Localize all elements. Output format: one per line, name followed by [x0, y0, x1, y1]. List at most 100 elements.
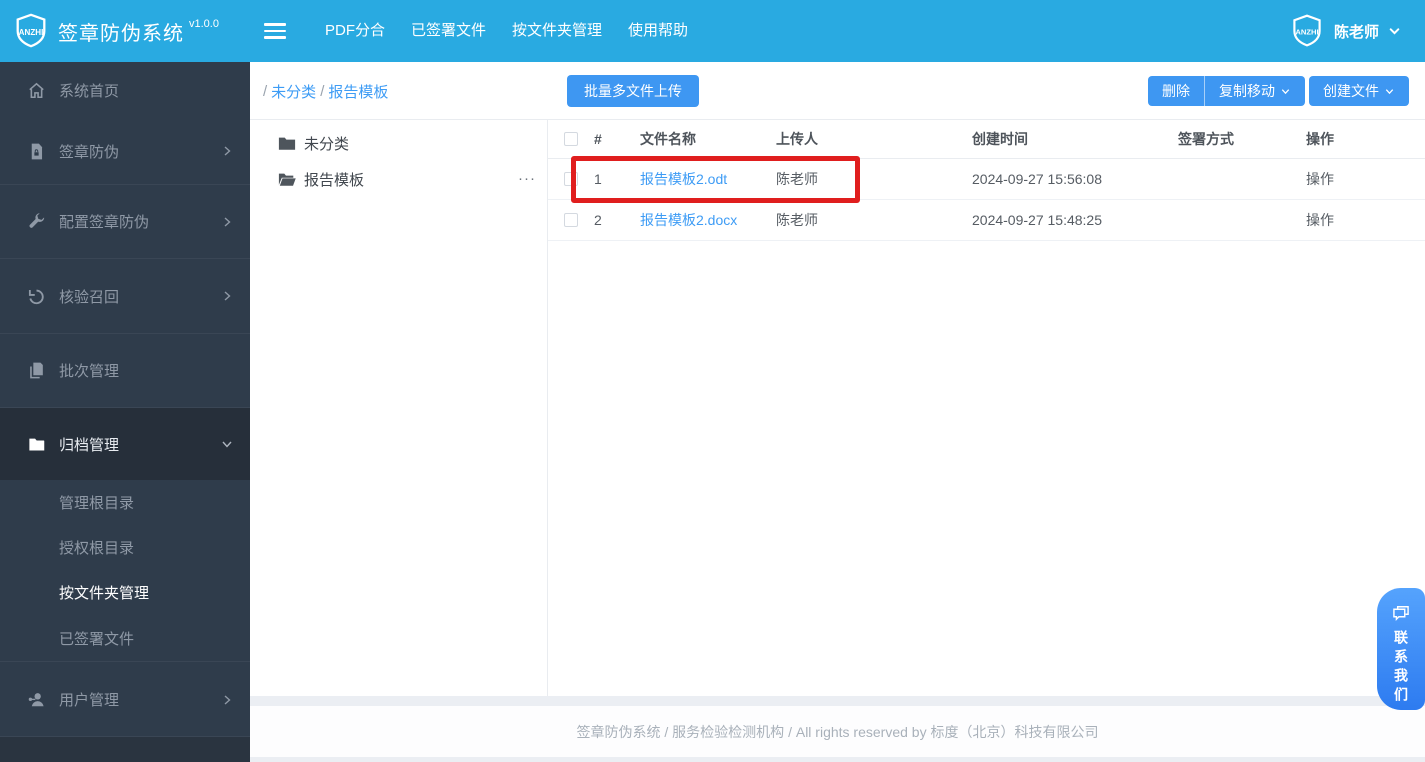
- sidebar-subitem-signed-files[interactable]: 已签署文件: [0, 615, 250, 661]
- file-link[interactable]: 报告模板2.odt: [640, 171, 727, 187]
- copy-move-button[interactable]: 复制移动: [1205, 76, 1305, 106]
- nav-item-help[interactable]: 使用帮助: [615, 0, 701, 62]
- wrench-icon: [29, 213, 45, 228]
- sidebar-item-label: 配置签章防伪: [59, 214, 150, 231]
- svg-text:ANZHI: ANZHI: [1295, 28, 1318, 37]
- sidebar-subitem-folder-management[interactable]: 按文件夹管理: [0, 570, 250, 615]
- user-chevron-down-icon: [1389, 27, 1400, 35]
- row-checkbox[interactable]: [564, 212, 578, 227]
- files-table: # 文件名称 上传人 创建时间 签署方式 操作 1 报告模板2.odt 陈老师: [548, 120, 1425, 241]
- app-version: v1.0.0: [189, 18, 219, 30]
- chevron-down-icon: [222, 441, 232, 448]
- sidebar-item-home[interactable]: 系统首页: [0, 62, 250, 118]
- user-menu[interactable]: ANZHI 陈老师: [1289, 13, 1401, 49]
- chevron-right-icon: [224, 694, 231, 705]
- file-link[interactable]: 报告模板2.docx: [640, 212, 737, 228]
- chevron-right-icon: [224, 291, 231, 301]
- col-header-filename: 文件名称: [632, 120, 768, 159]
- table-header-row: # 文件名称 上传人 创建时间 签署方式 操作: [548, 120, 1425, 159]
- table-row: 2 报告模板2.docx 陈老师 2024-09-27 15:48:25 操作: [548, 199, 1425, 241]
- sidebar-item-label: 系统首页: [59, 82, 120, 100]
- breadcrumb-separator: /: [320, 82, 325, 100]
- contact-us-label: 联系我们: [1393, 630, 1409, 706]
- sidebar-subitem-authorized-root[interactable]: 授权根目录: [0, 525, 250, 570]
- row-action-link[interactable]: 操作: [1306, 212, 1334, 228]
- cell-created: 2024-09-27 15:48:25: [964, 199, 1170, 241]
- user-name: 陈老师: [1333, 23, 1379, 41]
- sidebar-item-label: 核验召回: [59, 288, 120, 306]
- chevron-right-icon: [224, 216, 231, 227]
- cell-index: 2: [586, 199, 632, 241]
- breadcrumb-link-report-templates[interactable]: 报告模板: [328, 81, 388, 102]
- folder-more-menu-icon[interactable]: ···: [518, 171, 536, 186]
- chevron-down-icon: [1281, 88, 1290, 94]
- col-header-sign-method: 签署方式: [1170, 120, 1298, 159]
- undo-icon: [28, 289, 44, 304]
- sidebar-item-label: 归档管理: [59, 436, 120, 454]
- sidebar-item-batch-management[interactable]: 批次管理: [0, 334, 250, 407]
- cell-sign-method: [1170, 158, 1298, 200]
- cell-index: 1: [586, 158, 632, 200]
- col-header-index: #: [586, 120, 632, 159]
- sidebar-subitem-label: 已签署文件: [59, 630, 135, 648]
- row-checkbox[interactable]: [564, 171, 578, 186]
- sidebar-item-configure-seal[interactable]: 配置签章防伪: [0, 185, 250, 258]
- footer-body: 签章防伪系统 / 服务检验检测机构 / All rights reserved …: [250, 706, 1425, 757]
- nav-item-signed-files[interactable]: 已签署文件: [398, 0, 499, 62]
- sidebar-item-verify-recall[interactable]: 核验召回: [0, 259, 250, 333]
- table-row: 1 报告模板2.odt 陈老师 2024-09-27 15:56:08 操作: [548, 158, 1425, 200]
- cell-sign-method: [1170, 199, 1298, 241]
- breadcrumb-link-uncategorized[interactable]: 未分类: [271, 81, 316, 102]
- sidebar-bottom-strip: [0, 736, 250, 762]
- folder-tree-panel: 未分类 报告模板 ···: [250, 120, 548, 696]
- cell-uploader: 陈老师: [768, 199, 964, 241]
- content-area: / 未分类 / 报告模板 批量多文件上传 删除 复制移动 创建文件 未分类 报告…: [250, 62, 1425, 762]
- sidebar-item-label: 签章防伪: [59, 143, 120, 161]
- sidebar-subitem-label: 授权根目录: [59, 540, 135, 557]
- col-header-created: 创建时间: [964, 120, 1170, 159]
- sidebar-item-seal-antifake[interactable]: 签章防伪: [0, 118, 250, 184]
- folder-open-icon: [278, 173, 296, 186]
- folder-icon: [29, 438, 45, 450]
- col-header-action: 操作: [1298, 120, 1425, 159]
- cell-uploader: 陈老师: [768, 158, 964, 200]
- tree-folder-uncategorized[interactable]: 未分类: [250, 125, 547, 161]
- tree-folder-label: 报告模板: [304, 171, 365, 189]
- footer-text: 签章防伪系统 / 服务检验检测机构 / All rights reserved …: [576, 723, 1099, 740]
- nav-item-pdf-split-merge[interactable]: PDF分合: [312, 0, 398, 62]
- chat-icon: [1393, 606, 1409, 621]
- home-icon: [29, 82, 44, 98]
- breadcrumb-separator: /: [263, 82, 268, 100]
- sidebar-subitem-label: 管理根目录: [59, 495, 135, 512]
- tree-folder-label: 未分类: [304, 135, 350, 153]
- sidebar-subitem-manage-root[interactable]: 管理根目录: [0, 480, 250, 525]
- sidebar-subitem-label: 按文件夹管理: [59, 585, 150, 602]
- content-header: / 未分类 / 报告模板 批量多文件上传 删除 复制移动 创建文件: [250, 62, 1425, 120]
- chevron-right-icon: [224, 146, 231, 156]
- nav-item-folder-management[interactable]: 按文件夹管理: [499, 0, 615, 62]
- contact-us-button[interactable]: 联系我们: [1377, 588, 1425, 710]
- create-file-button[interactable]: 创建文件: [1309, 76, 1409, 106]
- sidebar-item-user-management[interactable]: 用户管理: [0, 662, 250, 737]
- hamburger-menu-icon[interactable]: [264, 23, 286, 39]
- tree-folder-report-templates[interactable]: 报告模板 ···: [250, 161, 547, 197]
- sidebar-item-label: 批次管理: [59, 363, 120, 380]
- copy-move-label: 复制移动: [1219, 83, 1275, 99]
- user-avatar-shield-icon: ANZHI: [1293, 14, 1321, 47]
- select-all-checkbox[interactable]: [564, 131, 578, 146]
- user-key-icon: [28, 693, 44, 707]
- cell-created: 2024-09-27 15:56:08: [964, 158, 1170, 200]
- sidebar-item-label: 用户管理: [59, 692, 120, 709]
- sidebar: 系统首页 签章防伪 配置签章防伪 核验召回 批次管理 归档管理 管理根目录 授权…: [0, 62, 250, 762]
- file-lock-icon: [31, 143, 43, 159]
- delete-button[interactable]: 删除: [1148, 76, 1205, 106]
- anzhi-shield-logo-icon: ANZHI: [16, 13, 46, 48]
- footer: 签章防伪系统 / 服务检验检测机构 / All rights reserved …: [250, 696, 1425, 762]
- app-title: 签章防伪系统: [58, 22, 184, 45]
- files-table-area: # 文件名称 上传人 创建时间 签署方式 操作 1 报告模板2.odt 陈老师: [548, 120, 1425, 696]
- row-action-link[interactable]: 操作: [1306, 171, 1334, 187]
- sidebar-item-archive-management[interactable]: 归档管理: [0, 408, 250, 480]
- folder-closed-icon: [278, 137, 296, 150]
- copy-icon: [30, 362, 43, 379]
- batch-upload-button[interactable]: 批量多文件上传: [567, 75, 699, 107]
